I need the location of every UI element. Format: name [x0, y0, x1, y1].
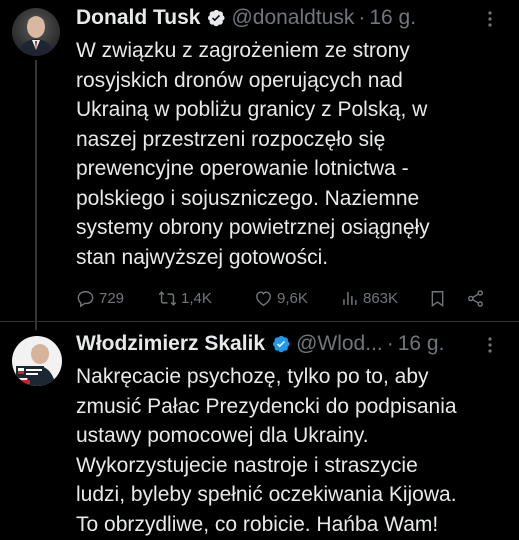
- display-name[interactable]: Donald Tusk: [76, 6, 200, 30]
- tweet-text: Nakręcacie psychozę, tylko po to, aby zm…: [76, 365, 457, 536]
- views-button[interactable]: 863K: [340, 289, 398, 308]
- avatar[interactable]: [12, 336, 62, 386]
- share-button[interactable]: [466, 289, 485, 308]
- avatar-image: [12, 8, 60, 56]
- thread-line: [35, 60, 37, 330]
- verified-badge-icon: [271, 334, 291, 354]
- avatar-image: [12, 336, 62, 386]
- more-icon[interactable]: [481, 336, 499, 354]
- reply-icon: [77, 291, 94, 308]
- bookmark-button[interactable]: [428, 289, 447, 308]
- like-count: 9,6K: [277, 290, 308, 307]
- repost-icon: [158, 291, 177, 306]
- separator-dot: ·: [358, 6, 366, 29]
- timestamp[interactable]: 16 g.: [398, 332, 445, 356]
- avatar[interactable]: [12, 8, 60, 56]
- timestamp[interactable]: 16 g.: [369, 6, 416, 30]
- verified-badge-icon: [206, 8, 226, 28]
- user-handle[interactable]: @donaldtusk: [231, 6, 354, 30]
- heart-icon: [256, 291, 271, 307]
- like-button[interactable]: 9,6K: [254, 289, 308, 308]
- views-count: 863K: [363, 290, 399, 307]
- tweet-header: Włodzimierz Skalik @Wlod... · 16 g.: [76, 329, 505, 359]
- views-icon: [343, 292, 357, 305]
- display-name[interactable]: Włodzimierz Skalik: [76, 332, 265, 356]
- bookmark-icon: [431, 291, 444, 307]
- repost-button[interactable]: 1,4K: [158, 289, 212, 308]
- separator-dot: ·: [386, 332, 394, 355]
- tweet-header: Donald Tusk @donaldtusk · 16 g.: [76, 3, 505, 33]
- tweet-text: W związku z zagrożeniem ze strony rosyjs…: [76, 39, 430, 269]
- repost-count: 1,4K: [181, 290, 212, 307]
- user-handle[interactable]: @Wlod...: [296, 332, 383, 356]
- more-icon[interactable]: [481, 10, 499, 28]
- divider: [0, 321, 519, 322]
- tweet-actions: 729 1,4K 9,6K 863K: [76, 286, 501, 312]
- reply-button[interactable]: 729: [76, 289, 124, 308]
- share-icon: [467, 290, 484, 307]
- reply-count: 729: [99, 290, 125, 307]
